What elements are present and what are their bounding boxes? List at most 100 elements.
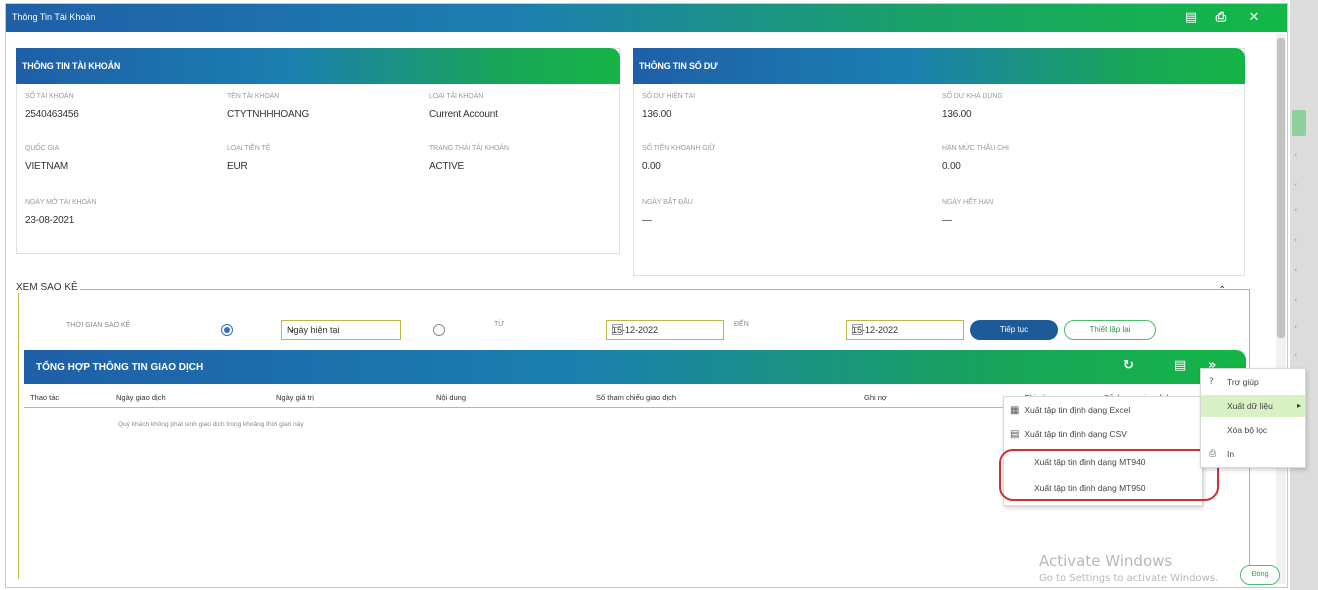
background-mark: ‹	[1294, 235, 1298, 244]
field-value: 23-08-2021	[25, 215, 75, 226]
menu-item-label: Xuất tập tin định dạng CSV	[1024, 429, 1127, 439]
chevron-down-icon: ⌄	[287, 322, 297, 335]
account-type-field: LOẠI TÀI KHOẢN Current Account	[429, 93, 498, 120]
field-label: QUỐC GIA	[25, 145, 60, 152]
export-csv-item[interactable]: ▤ Xuất tập tin định dạng CSV	[1010, 429, 1127, 445]
from-date-input[interactable]: 15-12-2022	[606, 320, 724, 340]
column-header[interactable]: Ngày giao dịch	[116, 393, 166, 402]
context-menu: ? Trợ giúp Xuất dữ liệu ▸ Xóa bộ lọc ⎙ I…	[1200, 368, 1306, 468]
calendar-icon[interactable]	[852, 324, 863, 335]
field-label: LOẠI TÀI KHOẢN	[429, 93, 484, 100]
background-mark: ‹	[1294, 180, 1298, 189]
balance-info-panel: THÔNG TIN SỐ DƯ SỐ DƯ HIỆN TẠI 136.00 SỐ…	[633, 48, 1245, 276]
from-label: TỪ	[494, 321, 505, 328]
background-mark: ‹	[1294, 205, 1298, 214]
open-date-field: NGÀY MỞ TÀI KHOẢN 23-08-2021	[25, 199, 96, 226]
column-header[interactable]: Số tham chiếu giao dịch	[596, 393, 676, 402]
hold-amount-field: SỐ TIỀN KHOANH GIỮ 0.00	[642, 145, 715, 172]
column-header[interactable]: Ngày giá trị	[276, 393, 314, 402]
field-label: TRẠNG THÁI TÀI KHOẢN	[429, 145, 509, 152]
account-info-panel: THÔNG TIN TÀI KHOẢN SỐ TÀI KHOẢN 2540463…	[16, 48, 620, 254]
transactions-title: TỔNG HỢP THÔNG TIN GIAO DỊCH	[36, 362, 204, 373]
field-label: SỐ TIỀN KHOANH GIỮ	[642, 145, 716, 152]
start-date-field: NGÀY BẮT ĐẦU —	[642, 199, 693, 226]
collapse-icon[interactable]: ⌃	[1218, 285, 1230, 296]
annotation-highlight	[999, 449, 1219, 501]
help-icon: ?	[1209, 377, 1214, 387]
background-mark: ‹	[1294, 265, 1298, 274]
account-name-field: TÊN TÀI KHOẢN CTYTNHHHOANG	[227, 93, 309, 120]
empty-message: Quý khách không phát sinh giao dịch tron…	[118, 421, 304, 428]
reset-button[interactable]: Thiết lập lại	[1064, 320, 1156, 340]
date-range-radio[interactable]	[433, 324, 445, 336]
period-radio[interactable]	[221, 324, 233, 336]
to-label: ĐẾN	[734, 321, 749, 328]
file-icon[interactable]: ▤	[1183, 10, 1199, 26]
refresh-icon[interactable]: ↻	[1123, 358, 1134, 373]
clear-filter-item[interactable]: Xóa bộ lọc	[1201, 419, 1305, 441]
print-item[interactable]: ⎙ In	[1201, 443, 1305, 465]
window-titlebar: Thông Tin Tài Khoản ▤ ⎙ ✕	[6, 4, 1287, 32]
background-mark: ‹	[1294, 150, 1298, 159]
available-balance-field: SỐ DƯ KHẢ DỤNG 136.00	[942, 93, 1003, 120]
file-icon[interactable]: ▤	[1174, 358, 1186, 373]
field-label: NGÀY HẾT HẠN	[942, 199, 994, 206]
balance-panel-title: THÔNG TIN SỐ DƯ	[639, 61, 718, 71]
currency-field: LOẠI TIỀN TỆ EUR	[227, 145, 270, 172]
scrollbar-thumb[interactable]	[1277, 38, 1285, 338]
export-data-item[interactable]: Xuất dữ liệu ▸	[1201, 395, 1305, 417]
field-value: 2540463456	[25, 109, 79, 120]
help-item[interactable]: ? Trợ giúp	[1201, 371, 1305, 393]
to-date-input[interactable]: 15-12-2022	[846, 320, 964, 340]
chevron-right-icon: ▸	[1296, 401, 1301, 410]
field-value: —	[642, 215, 652, 226]
watermark-line2: Go to Settings to activate Windows.	[1039, 573, 1219, 584]
watermark-line1: Activate Windows	[1039, 552, 1173, 570]
field-value: ACTIVE	[429, 161, 464, 172]
close-icon[interactable]: ✕	[1246, 10, 1262, 26]
excel-icon: ▦	[1010, 405, 1020, 416]
field-value: Current Account	[429, 109, 498, 120]
field-value: 136.00	[642, 109, 672, 120]
account-panel-title: THÔNG TIN TÀI KHOẢN	[22, 61, 121, 71]
field-value: 136.00	[942, 109, 972, 120]
background-window-strip: ‹ ‹ ‹ ‹ ‹ ‹ ‹ ‹	[1290, 0, 1318, 590]
window-scrollbar[interactable]	[1276, 34, 1286, 584]
field-label: SỐ TÀI KHOẢN	[25, 93, 74, 100]
account-panel-header: THÔNG TIN TÀI KHOẢN	[16, 48, 620, 84]
overdraft-limit-field: HẠN MỨC THẤU CHI 0.00	[942, 145, 1009, 172]
field-value: 0.00	[942, 161, 961, 172]
print-icon: ⎙	[1209, 449, 1217, 459]
close-button[interactable]: Đóng	[1240, 565, 1280, 585]
field-label: SỐ DƯ HIỆN TẠI	[642, 93, 696, 100]
window-title: Thông Tin Tài Khoản	[12, 12, 96, 22]
account-info-window: Thông Tin Tài Khoản ▤ ⎙ ✕ THÔNG TIN TÀI …	[5, 3, 1288, 588]
field-label: NGÀY MỞ TÀI KHOẢN	[25, 199, 97, 206]
export-excel-item[interactable]: ▦ Xuất tập tin định dạng Excel	[1010, 405, 1130, 421]
end-date-field: NGÀY HẾT HẠN —	[942, 199, 993, 226]
statement-legend: XEM SAO KÊ	[16, 282, 80, 293]
column-header[interactable]: Thao tác	[30, 393, 59, 402]
activate-windows-watermark: Activate Windows Go to Settings to activ…	[1039, 552, 1218, 584]
field-value: —	[942, 215, 952, 226]
menu-item-label: In	[1227, 449, 1235, 459]
calendar-icon[interactable]	[612, 324, 623, 335]
account-number-field: SỐ TÀI KHOẢN 2540463456	[25, 93, 79, 120]
continue-button[interactable]: Tiếp tục	[970, 320, 1058, 340]
column-header[interactable]: Nội dung	[436, 393, 466, 402]
field-label: SỐ DƯ KHẢ DỤNG	[942, 93, 1003, 100]
balance-panel-header: THÔNG TIN SỐ DƯ	[633, 48, 1245, 84]
period-label: THỜI GIAN SAO KÊ	[66, 322, 131, 329]
field-value: EUR	[227, 161, 248, 172]
field-label: TÊN TÀI KHOẢN	[227, 93, 280, 100]
column-header[interactable]: Ghi nợ	[864, 393, 887, 402]
background-mark: ‹	[1294, 350, 1298, 359]
account-status-field: TRẠNG THÁI TÀI KHOẢN ACTIVE	[429, 145, 509, 172]
menu-item-label: Trợ giúp	[1227, 377, 1259, 387]
background-tab	[1292, 110, 1306, 136]
print-icon[interactable]: ⎙	[1213, 10, 1229, 26]
menu-item-label: Xóa bộ lọc	[1227, 425, 1268, 435]
period-select[interactable]: Ngày hiện tại ⌄	[281, 320, 401, 340]
menu-item-label: Xuất dữ liệu	[1227, 401, 1273, 411]
country-field: QUỐC GIA VIETNAM	[25, 145, 68, 172]
